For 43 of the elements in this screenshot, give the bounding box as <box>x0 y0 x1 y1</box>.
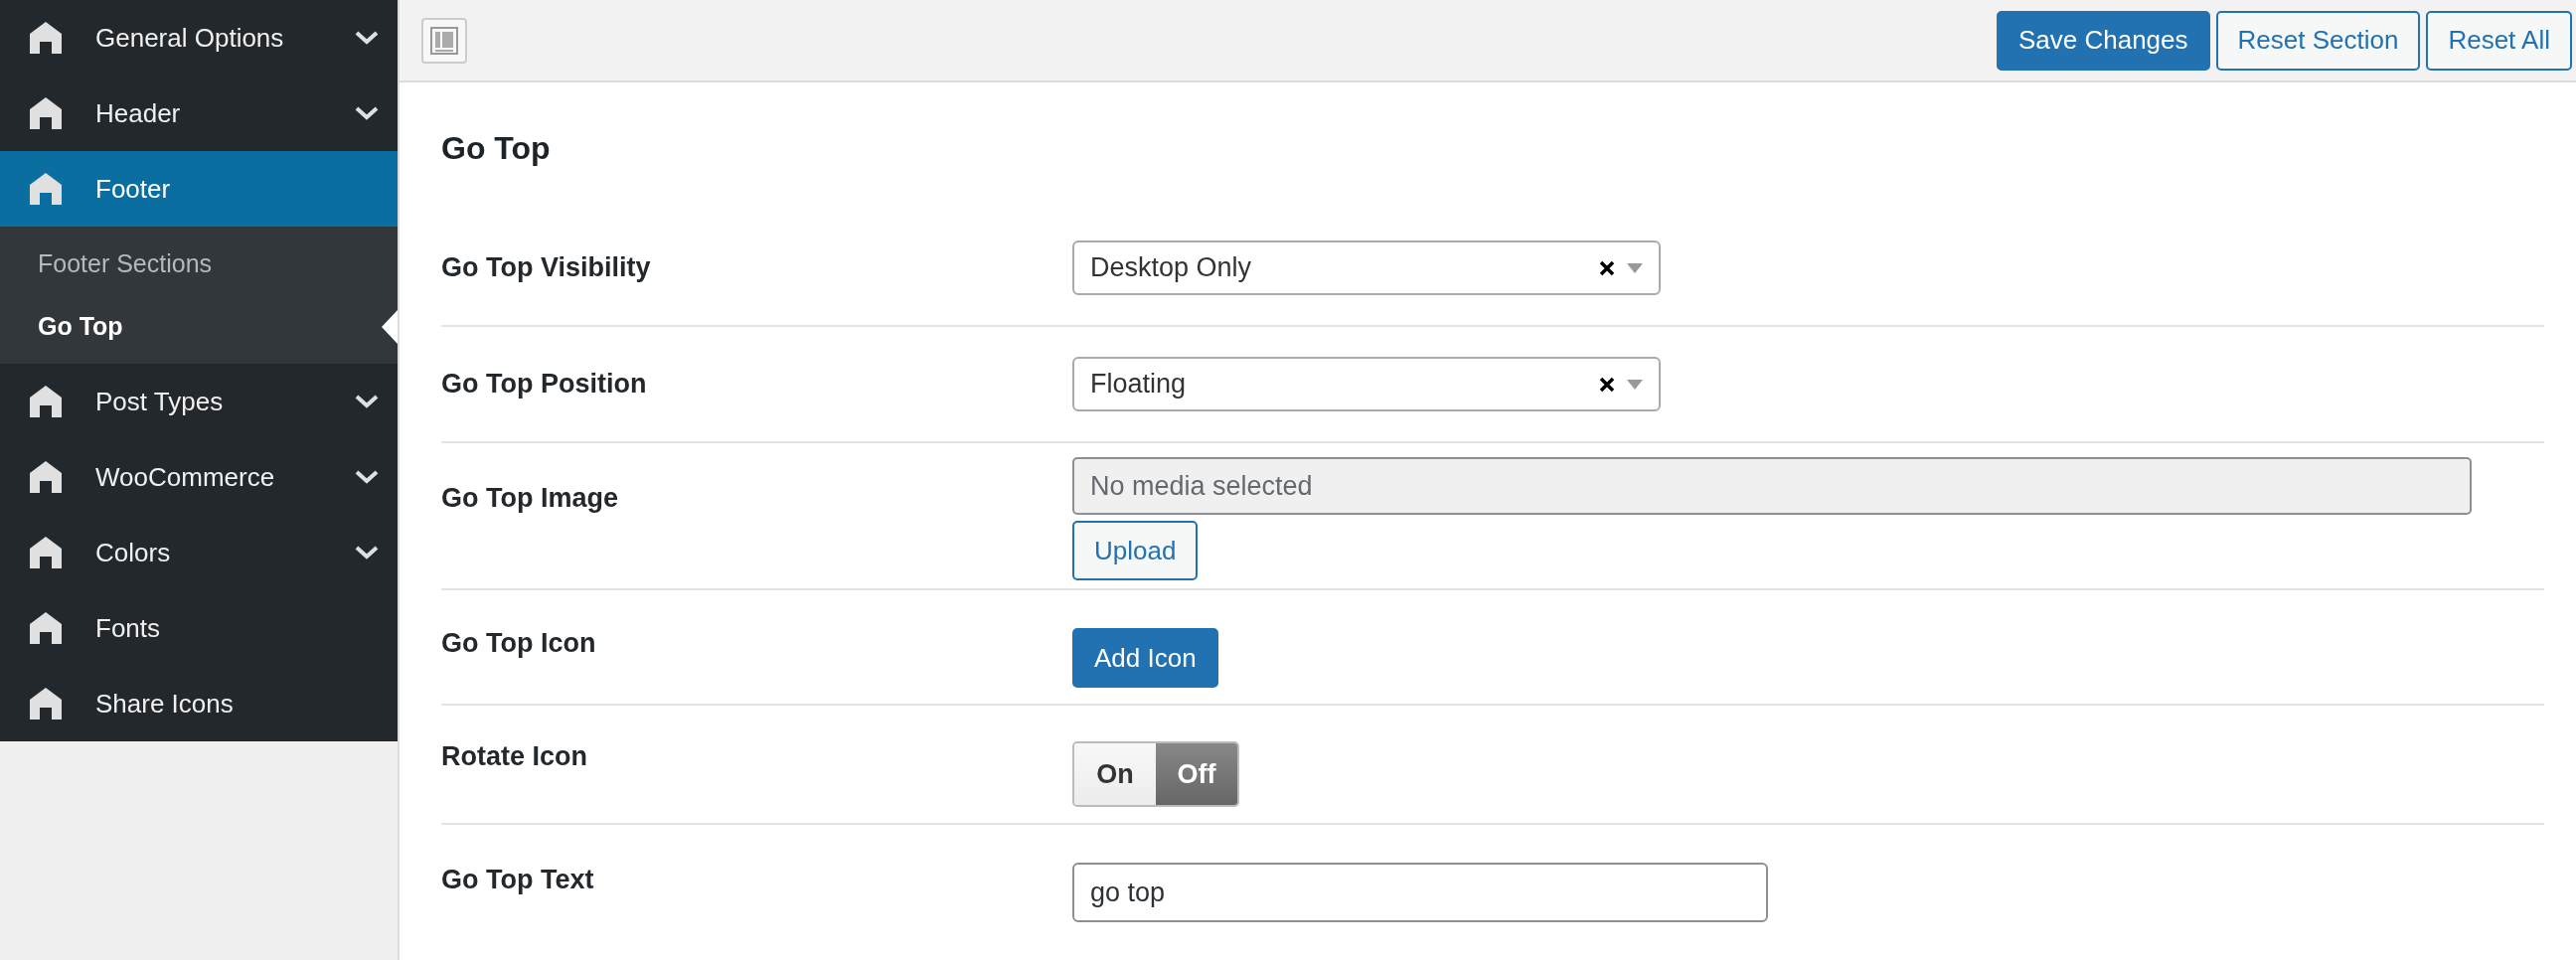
home-icon <box>28 459 64 495</box>
clear-icon <box>1599 259 1615 276</box>
field-label: Go Top Position <box>441 368 648 400</box>
home-icon <box>28 20 64 56</box>
home-icon <box>28 171 64 207</box>
sidebar-item[interactable]: Footer <box>0 151 398 227</box>
field-label: Go Top Image <box>441 482 619 515</box>
upload-button[interactable]: Upload <box>1072 521 1199 580</box>
text-field[interactable]: go top <box>1072 863 1768 922</box>
add-icon-button[interactable]: Add Icon <box>1072 628 1218 688</box>
reset-button[interactable]: Reset All <box>2426 10 2572 71</box>
media-url-field[interactable]: No media selected <box>1072 457 2472 515</box>
field-label: Go Top Visibility <box>441 251 652 284</box>
reset-button[interactable]: Reset Section <box>2215 10 2421 71</box>
submenu-item[interactable]: Footer Sections <box>0 233 398 295</box>
toggle-option[interactable]: On <box>1074 743 1156 805</box>
layout-toggle-button[interactable] <box>421 17 467 64</box>
clear-icon <box>1599 376 1615 393</box>
sidebar-item[interactable]: Header <box>0 76 398 151</box>
sidebar-item[interactable]: WooCommerce <box>0 439 398 515</box>
sidebar-item[interactable]: General Options <box>0 0 398 76</box>
submenu-item[interactable]: Go Top <box>0 295 398 358</box>
home-icon <box>28 95 64 131</box>
sidebar-item[interactable]: Colors <box>0 515 398 590</box>
field-label: Go Top Icon <box>441 628 597 660</box>
field-label: Go Top Text <box>441 864 595 896</box>
toggle-option[interactable]: Off <box>1156 743 1237 805</box>
section-title: Go Top <box>441 129 552 168</box>
field-label: Rotate Icon <box>441 741 588 773</box>
sidebar-item[interactable]: Post Types <box>0 364 398 439</box>
home-icon <box>28 535 64 570</box>
pointer-triangle-icon <box>382 310 398 344</box>
save-button[interactable]: Save Changes <box>1996 10 2210 71</box>
home-icon <box>28 686 64 721</box>
layout-icon <box>430 26 458 55</box>
select-field[interactable]: Floating <box>1072 357 1661 411</box>
sidebar-item[interactable]: Share Icons <box>0 666 398 741</box>
dropdown-caret-icon <box>1627 379 1643 390</box>
select-field[interactable]: Desktop Only <box>1072 240 1661 295</box>
sidebar-item[interactable]: Fonts <box>0 590 398 666</box>
dropdown-caret-icon <box>1627 262 1643 273</box>
home-icon <box>28 384 64 419</box>
home-icon <box>28 610 64 646</box>
